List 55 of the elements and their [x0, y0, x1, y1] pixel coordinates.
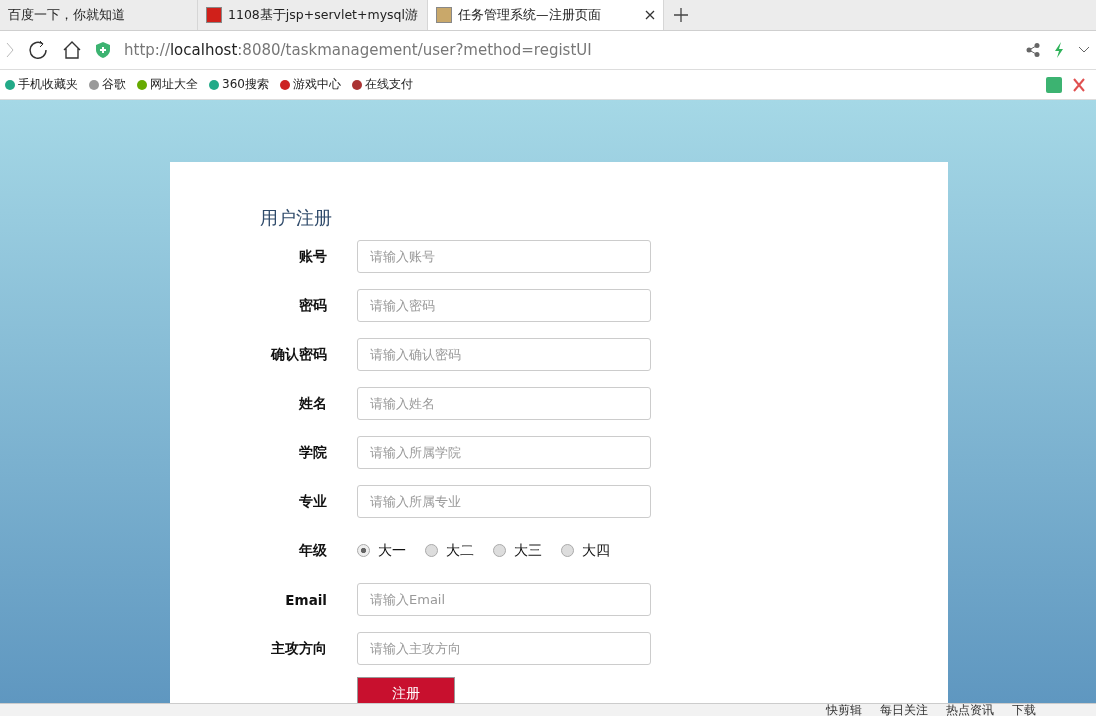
radio-button[interactable]: [561, 544, 574, 557]
bookmark-link[interactable]: 360搜索: [208, 76, 269, 93]
url-field[interactable]: http://localhost:8080/taskmanagement/user?method=registUI: [124, 41, 592, 59]
bookmark-link[interactable]: 游戏中心: [278, 76, 341, 93]
bookmark-icon: [136, 78, 148, 91]
bookmark-icon: [350, 78, 363, 91]
radio-option[interactable]: 大三: [493, 541, 542, 560]
bookmark-link[interactable]: 网址大全: [136, 76, 198, 93]
field-label: 账号: [298, 247, 327, 266]
status-item[interactable]: 热点资讯: [946, 704, 994, 716]
radio-button[interactable]: [357, 544, 370, 557]
home-icon[interactable]: [62, 40, 82, 60]
field-label: 年级: [298, 541, 327, 560]
radio-button[interactable]: [493, 544, 506, 557]
field-label: Email: [284, 591, 327, 608]
lightning-icon[interactable]: [1054, 42, 1064, 58]
radio-option[interactable]: 大一: [357, 541, 406, 560]
bookmark-icon: [208, 78, 220, 91]
field-label: 密码: [298, 296, 327, 315]
tab-favicon-icon: [436, 7, 452, 23]
register-button[interactable]: 注册: [357, 677, 455, 703]
share-icon[interactable]: [1026, 43, 1040, 57]
shield-icon: [96, 42, 110, 58]
form-title: 用户注册: [260, 206, 333, 230]
field-label: 确认密码: [269, 345, 327, 364]
input-field[interactable]: 请输入Email: [357, 583, 651, 616]
tab-favicon-icon: [206, 7, 222, 23]
reload-icon[interactable]: [28, 40, 48, 60]
input-field[interactable]: 请输入确认密码: [357, 338, 651, 371]
input-field[interactable]: 请输入密码: [357, 289, 651, 322]
bookmark-link[interactable]: 手机收藏夹: [4, 76, 78, 93]
radio-button[interactable]: [425, 544, 438, 557]
input-field[interactable]: 请输入所属学院: [357, 436, 651, 469]
field-label: 学院: [298, 443, 327, 462]
status-item[interactable]: 下载: [1012, 704, 1036, 716]
bookmark-icon: [88, 78, 100, 91]
input-field[interactable]: 请输入账号: [357, 240, 651, 273]
status-item[interactable]: 每日关注: [880, 704, 928, 716]
input-field[interactable]: 请输入所属专业: [357, 485, 651, 518]
bookmark-link[interactable]: 在线支付: [350, 76, 413, 93]
chevron-down-icon[interactable]: [1078, 46, 1090, 54]
input-field[interactable]: 请输入主攻方向: [357, 632, 651, 665]
close-icon[interactable]: [645, 10, 655, 20]
radio-option[interactable]: 大四: [561, 541, 610, 560]
plus-icon[interactable]: [674, 8, 688, 22]
bookmark-link[interactable]: 谷歌: [88, 76, 126, 93]
browser-tab[interactable]: 任务管理系统—注册页面: [428, 0, 664, 30]
status-item[interactable]: 快剪辑: [826, 704, 862, 716]
field-label: 专业: [298, 492, 327, 511]
bookmark-icon: [4, 78, 16, 91]
field-label: 主攻方向: [270, 639, 327, 658]
input-field[interactable]: 请输入姓名: [357, 387, 651, 420]
radio-option[interactable]: 大二: [425, 541, 474, 560]
field-label: 姓名: [298, 394, 327, 413]
bookmark-icon: [278, 78, 291, 91]
